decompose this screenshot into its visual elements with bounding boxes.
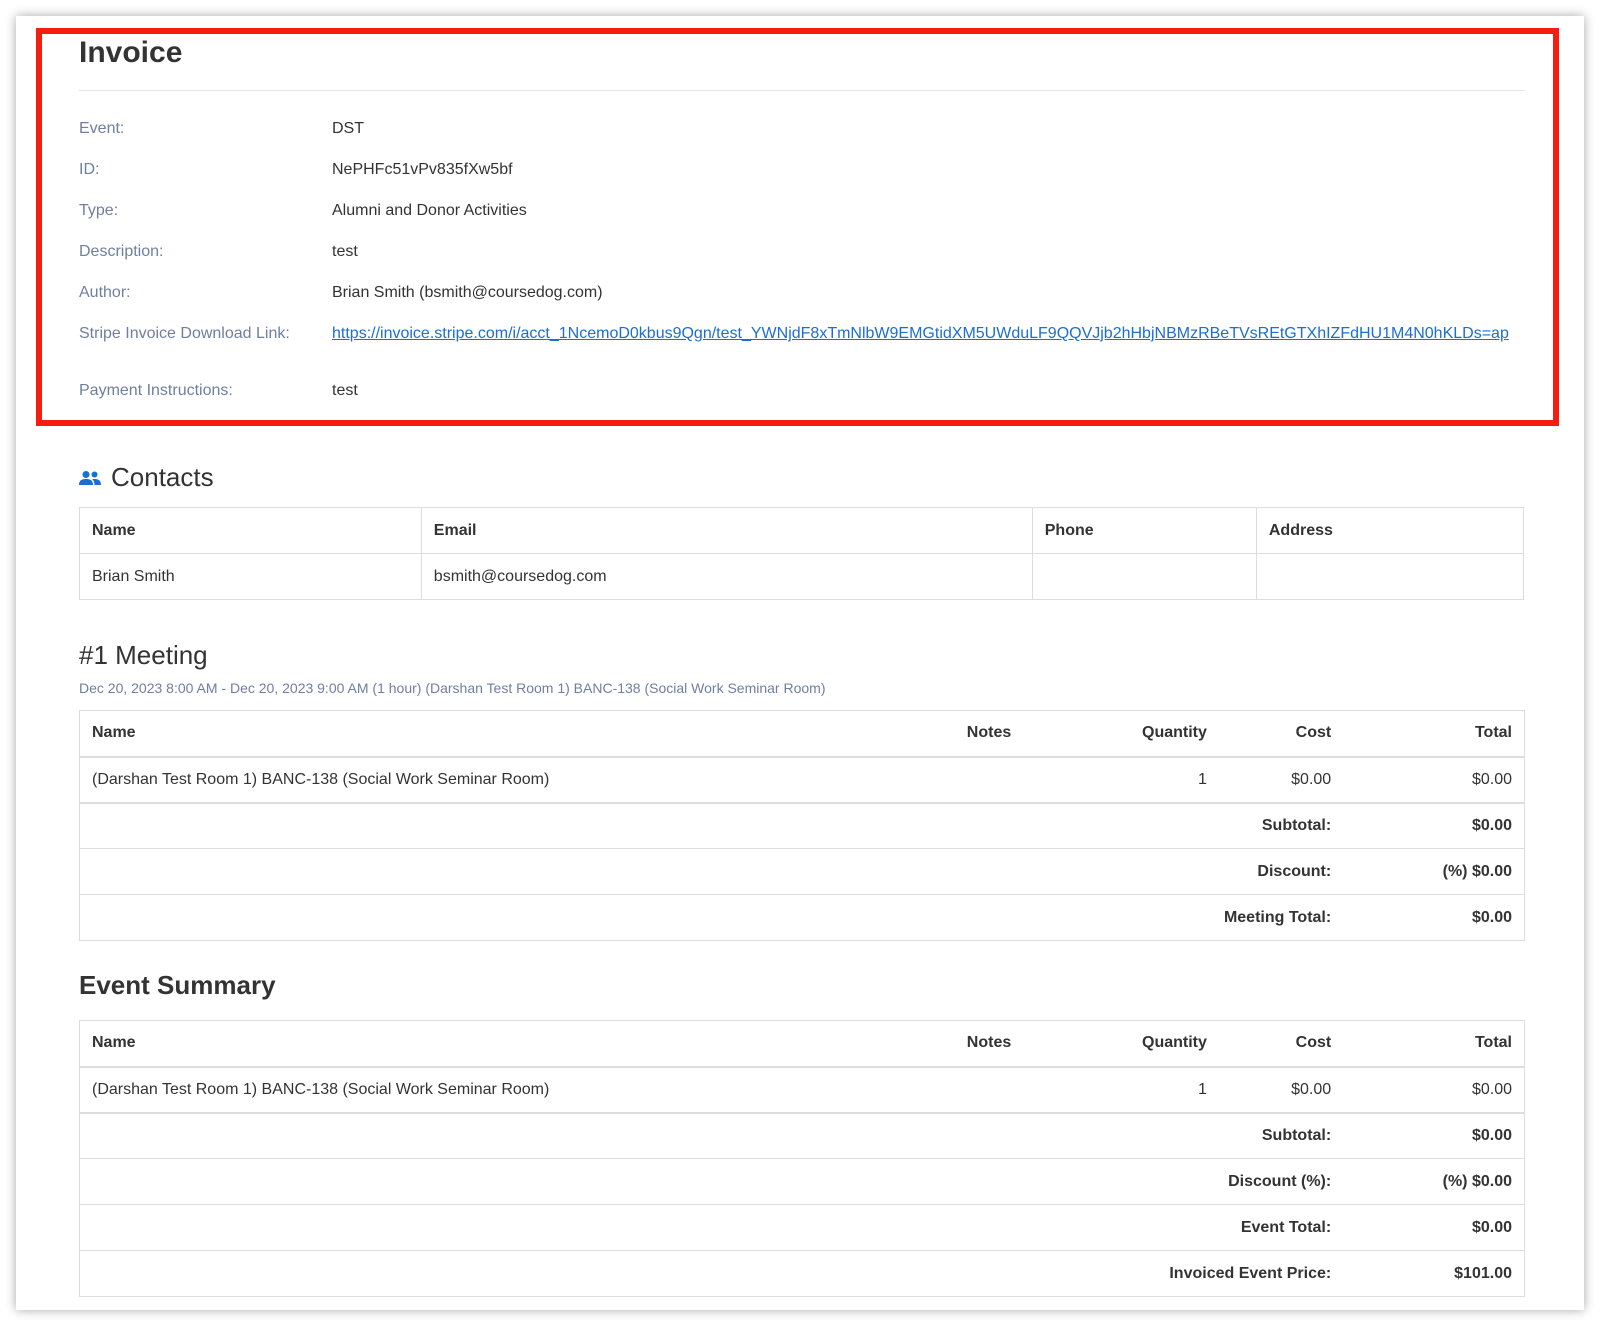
- column-header: Name: [79, 507, 422, 554]
- table-header-row: Name Notes Quantity Cost Total: [78, 1020, 1526, 1068]
- contacts-heading: Contacts: [79, 462, 214, 493]
- detail-value: test: [332, 382, 358, 399]
- detail-label: Author:: [79, 284, 131, 301]
- item-name: (Darshan Test Room 1) BANC-138 (Social W…: [78, 1066, 955, 1113]
- meeting-heading: #1 Meeting: [79, 640, 208, 670]
- summary-label: Discount (%):: [79, 1158, 1344, 1205]
- detail-label: Type:: [79, 202, 119, 219]
- summary-value: $0.00: [1343, 894, 1526, 941]
- detail-value: NePHFc51vPv835fXw5bf: [332, 161, 513, 178]
- detail-row-stripe-link: Stripe Invoice Download Link: https://in…: [79, 317, 1539, 374]
- summary-row: Invoiced Event Price: $101.00: [79, 1250, 1526, 1297]
- column-header: Notes: [954, 1020, 1095, 1068]
- stripe-invoice-link[interactable]: https://invoice.stripe.com/i/acct_1Ncemo…: [332, 325, 1540, 342]
- summary-label: Discount:: [79, 848, 1344, 895]
- meeting-table: Name Notes Quantity Cost Total (Darshan …: [78, 710, 1526, 941]
- column-header: Name: [78, 1020, 955, 1068]
- summary-value: $0.00: [1343, 1204, 1526, 1251]
- detail-row-id: ID: NePHFc51vPv835fXw5bf: [79, 153, 1539, 194]
- summary-label: Meeting Total:: [79, 894, 1344, 941]
- detail-row-description: Description: test: [79, 235, 1539, 276]
- divider: [79, 90, 1525, 91]
- detail-row-author: Author: Brian Smith (bsmith@coursedog.co…: [79, 276, 1539, 317]
- detail-label: Payment Instructions:: [79, 382, 233, 399]
- detail-label: ID:: [79, 161, 100, 178]
- invoice-details: Event: DST ID: NePHFc51vPv835fXw5bf Type…: [79, 112, 1539, 415]
- invoice-title: Invoice: [79, 36, 183, 69]
- column-header: Cost: [1218, 710, 1344, 758]
- column-header: Phone: [1031, 507, 1257, 554]
- contact-name: Brian Smith: [79, 553, 422, 600]
- item-quantity: 1: [1094, 756, 1219, 803]
- summary-label: Event Total:: [79, 1204, 1344, 1251]
- column-header: Total: [1343, 1020, 1526, 1068]
- item-cost: $0.00: [1218, 1066, 1344, 1113]
- item-cost: $0.00: [1218, 756, 1344, 803]
- item-notes: [954, 1066, 1095, 1113]
- item-quantity: 1: [1094, 1066, 1219, 1113]
- summary-value: $101.00: [1343, 1250, 1526, 1297]
- column-header: Address: [1255, 507, 1525, 554]
- item-notes: [954, 756, 1095, 803]
- table-header-row: Name Email Phone Address: [79, 507, 1525, 554]
- column-header: Name: [78, 710, 955, 758]
- table-row: Brian Smith bsmith@coursedog.com: [79, 553, 1525, 600]
- event-summary-heading: Event Summary: [79, 970, 276, 1000]
- table-header-row: Name Notes Quantity Cost Total: [78, 710, 1526, 758]
- item-total: $0.00: [1343, 1066, 1526, 1113]
- column-header: Quantity: [1094, 1020, 1219, 1068]
- detail-row-payment-instructions: Payment Instructions: test: [79, 374, 1539, 415]
- summary-row: Discount: (%) $0.00: [79, 848, 1526, 895]
- summary-label: Subtotal:: [79, 801, 1344, 849]
- event-summary-table: Name Notes Quantity Cost Total (Darshan …: [78, 1020, 1526, 1297]
- summary-value: (%) $0.00: [1343, 848, 1526, 895]
- detail-row-type: Type: Alumni and Donor Activities: [79, 194, 1539, 235]
- meeting-subtitle: Dec 20, 2023 8:00 AM - Dec 20, 2023 9:00…: [79, 680, 826, 696]
- item-name: (Darshan Test Room 1) BANC-138 (Social W…: [78, 756, 955, 803]
- contact-phone: [1031, 553, 1257, 600]
- detail-value: DST: [332, 120, 364, 137]
- column-header: Cost: [1218, 1020, 1344, 1068]
- detail-value: test: [332, 243, 358, 260]
- contacts-title: Contacts: [111, 462, 214, 492]
- contact-address: [1255, 553, 1525, 600]
- detail-row-event: Event: DST: [79, 112, 1539, 153]
- summary-row: Event Total: $0.00: [79, 1204, 1526, 1251]
- column-header: Email: [420, 507, 1033, 554]
- detail-label: Event:: [79, 120, 125, 137]
- table-row: (Darshan Test Room 1) BANC-138 (Social W…: [78, 1066, 1526, 1113]
- column-header: Notes: [954, 710, 1095, 758]
- summary-label: Invoiced Event Price:: [79, 1250, 1344, 1297]
- detail-label: Description:: [79, 243, 164, 260]
- summary-row: Discount (%): (%) $0.00: [79, 1158, 1526, 1205]
- summary-row: Subtotal: $0.00: [79, 801, 1526, 849]
- summary-value: (%) $0.00: [1343, 1158, 1526, 1205]
- summary-label: Subtotal:: [79, 1111, 1344, 1159]
- summary-value: $0.00: [1343, 1111, 1526, 1159]
- detail-label: Stripe Invoice Download Link:: [79, 325, 290, 342]
- detail-value: Brian Smith (bsmith@coursedog.com): [332, 284, 603, 301]
- column-header: Quantity: [1094, 710, 1219, 758]
- people-icon: [79, 470, 101, 485]
- detail-value: Alumni and Donor Activities: [332, 202, 527, 219]
- summary-row: Subtotal: $0.00: [79, 1111, 1526, 1159]
- item-total: $0.00: [1343, 756, 1526, 803]
- column-header: Total: [1343, 710, 1526, 758]
- contact-email: bsmith@coursedog.com: [420, 553, 1033, 600]
- summary-value: $0.00: [1343, 801, 1526, 849]
- table-row: (Darshan Test Room 1) BANC-138 (Social W…: [78, 756, 1526, 803]
- summary-row: Meeting Total: $0.00: [79, 894, 1526, 941]
- contacts-table: Name Email Phone Address Brian Smith bsm…: [79, 507, 1525, 600]
